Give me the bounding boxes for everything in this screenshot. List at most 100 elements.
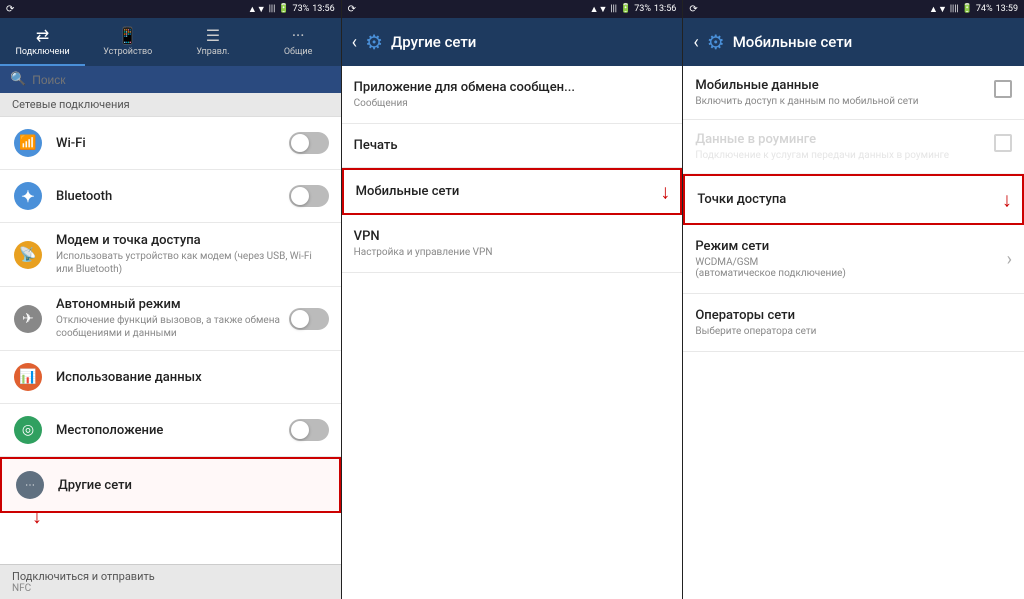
gear-icon-3: ⚙ [707,30,725,54]
bottom-bar-1: Подключиться и отправить NFC [0,564,341,599]
tab-device[interactable]: 📱 Устройство [85,18,170,66]
battery-pct-3: 74% [976,4,993,14]
settings-item-wifi[interactable]: 📶 Wi-Fi [0,117,341,170]
bars-icon-1: ||| [269,4,276,14]
sync-icon-2: ⟳ [348,4,356,15]
search-bar: 🔍 [0,66,341,93]
tab-connect[interactable]: ⇄ Подключени [0,18,85,66]
wifi-toggle[interactable] [289,132,329,154]
row-mobile-title: Мобильные сети [356,184,669,199]
chevron-icon: › [1007,249,1012,270]
other-text: Другие сети [58,478,327,493]
tab-connect-label: Подключени [16,47,70,57]
time-3: 13:59 [996,4,1018,14]
page-header-2: ‹ ⚙ Другие сети [342,18,683,66]
roaming-title: Данные в роуминге [695,132,984,147]
bt-title: Bluetooth [56,189,289,204]
bt-text: Bluetooth [56,189,289,204]
row-mobile-data[interactable]: Мобильные данные Включить доступ к данны… [683,66,1024,120]
bottom-sub-1: NFC [12,583,329,594]
location-icon-wrap: ◎ [12,414,44,446]
settings-item-airplane[interactable]: ✈ Автономный режим Отключение функций вы… [0,287,341,351]
settings-item-location[interactable]: ◎ Местоположение [0,404,341,457]
airplane-text: Автономный режим Отключение функций вызо… [56,297,289,340]
network-mode-subtitle: WCDMA/GSM(автоматическое подключение) [695,257,1006,279]
settings-item-other[interactable]: ⋯ Другие сети ↓ [0,457,341,513]
row-print[interactable]: Печать [342,124,683,168]
gear-icon-2: ⚙ [365,30,383,54]
wifi-icon-wrap: 📶 [12,127,44,159]
row-vpn-subtitle: Настройка и управление VPN [354,247,671,258]
bars-icon-2: ||| [610,4,617,14]
tab-general[interactable]: ··· Общие [256,18,341,66]
wifi-text: Wi-Fi [56,136,289,151]
status-left-3: ⟳ [689,4,697,15]
settings-item-bluetooth[interactable]: ✦ Bluetooth [0,170,341,223]
red-arrow-3: ↓ [1002,187,1012,212]
signal-icon-1: ▲▼ [248,4,266,15]
panel-1: ⟳ ▲▼ ||| 🔋 73% 13:56 ⇄ Подключени 📱 Устр… [0,0,342,599]
row-vpn-title: VPN [354,229,671,244]
settings-item-data[interactable]: 📊 Использование данных [0,351,341,404]
row-vpn[interactable]: VPN Настройка и управление VPN [342,215,683,273]
status-bar-1: ⟳ ▲▼ ||| 🔋 73% 13:56 [0,0,341,18]
battery-icon-2: 🔋 [620,4,631,14]
location-title: Местоположение [56,423,289,438]
location-icon: ◎ [14,416,42,444]
row-operators[interactable]: Операторы сети Выберите оператора сети [683,294,1024,352]
row-mobile[interactable]: Мобильные сети ↓ [342,168,683,215]
header-title-3: Мобильные сети [733,33,1014,51]
battery-icon-3: 🔋 [962,4,973,14]
tab-bar: ⇄ Подключени 📱 Устройство ☰ Управл. ··· … [0,18,341,66]
operators-subtitle: Выберите оператора сети [695,326,1012,337]
tab-control[interactable]: ☰ Управл. [170,18,255,66]
row-roaming[interactable]: Данные в роуминге Подключение к услугам … [683,120,1024,174]
panel-2: ⟳ ▲▼ ||| 🔋 73% 13:56 ‹ ⚙ Другие сети При… [342,0,684,599]
back-button-2[interactable]: ‹ [352,32,357,53]
battery-pct-1: 73% [293,4,310,14]
status-bar-3: ⟳ ▲▼ |||| 🔋 74% 13:59 [683,0,1024,18]
battery-icon-1: 🔋 [278,4,289,14]
modem-text: Модем и точка доступа Использовать устро… [56,233,329,276]
bottom-label-1: Подключиться и отправить [12,570,329,583]
roaming-checkbox[interactable] [994,134,1012,152]
signal-icon-3: ▲▼ [929,4,947,15]
operators-title: Операторы сети [695,308,1012,323]
sync-icon: ⟳ [6,4,14,15]
other-title: Другие сети [58,478,327,493]
time-2: 13:56 [654,4,676,14]
bars-icon-3: |||| [950,4,959,14]
airplane-subtitle: Отключение функций вызовов, а также обме… [56,314,289,340]
airplane-toggle[interactable] [289,308,329,330]
panel-3: ⟳ ▲▼ |||| 🔋 74% 13:59 ‹ ⚙ Мобильные сети… [683,0,1024,599]
tab-device-label: Устройство [103,47,152,57]
tab-general-label: Общие [284,47,313,57]
section-label: Сетевые подключения [0,93,341,117]
mobile-data-checkbox[interactable] [994,80,1012,98]
tab-control-label: Управл. [196,47,229,57]
other-icon: ⋯ [16,471,44,499]
row-messages[interactable]: Приложение для обмена сообщен... Сообщен… [342,66,683,124]
tab-connect-icon: ⇄ [36,26,49,45]
data-icon-wrap: 📊 [12,361,44,393]
tab-device-icon: 📱 [118,26,138,45]
data-icon: 📊 [14,363,42,391]
other-icon-wrap: ⋯ [14,469,46,501]
red-arrow-2: ↓ [660,179,670,204]
page-header-3: ‹ ⚙ Мобильные сети [683,18,1024,66]
search-input[interactable] [32,73,330,87]
wifi-title: Wi-Fi [56,136,289,151]
roaming-text: Данные в роуминге Подключение к услугам … [695,132,984,161]
mobile-data-title: Мобильные данные [695,78,984,93]
bt-toggle[interactable] [289,185,329,207]
row-access-points[interactable]: Точки доступа ↓ [683,174,1024,225]
location-toggle[interactable] [289,419,329,441]
sync-icon-3: ⟳ [689,4,697,15]
wifi-icon: 📶 [14,129,42,157]
back-button-3[interactable]: ‹ [693,32,698,53]
status-right-2: ▲▼ ||| 🔋 73% 13:56 [590,4,677,15]
row-network-mode[interactable]: Режим сети WCDMA/GSM(автоматическое подк… [683,225,1024,294]
header-title-2: Другие сети [391,33,672,51]
settings-item-modem[interactable]: 📡 Модем и точка доступа Использовать уст… [0,223,341,287]
airplane-title: Автономный режим [56,297,289,312]
